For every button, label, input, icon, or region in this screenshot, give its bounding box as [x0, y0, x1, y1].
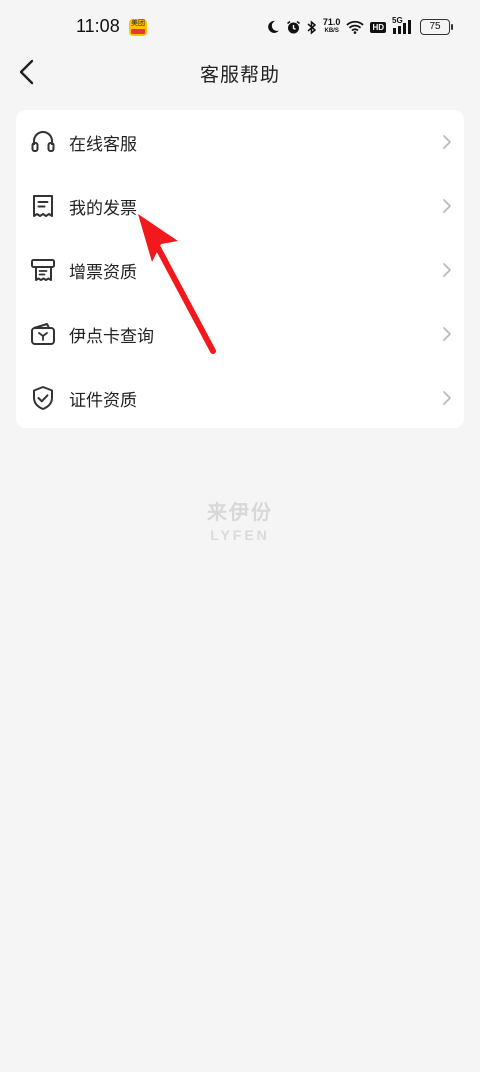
bluetooth-icon — [307, 19, 317, 35]
network-speed: 71.0 KB/S — [323, 18, 341, 36]
chevron-right-icon — [443, 391, 451, 405]
shield-check-icon — [33, 386, 53, 410]
menu-item-online-service[interactable]: 在线客服 — [16, 110, 464, 174]
status-icons: 71.0 KB/S HD 5G 75 — [266, 15, 453, 39]
network-speed-value: 71.0 — [322, 17, 341, 27]
help-menu-card: 在线客服 我的发票 增票资质 伊点卡查询 证件资质 — [16, 110, 464, 428]
watermark-chinese: 来伊份 — [207, 500, 273, 524]
menu-item-my-invoices[interactable]: 我的发票 — [16, 174, 464, 238]
battery-indicator: 75 — [420, 19, 453, 35]
receipt-icon — [33, 195, 53, 217]
menu-item-label: 我的发票 — [69, 198, 137, 219]
signal-bars-icon — [393, 20, 411, 34]
brand-watermark: 来伊份 LYFEN — [0, 496, 480, 543]
menu-item-vat-qualification[interactable]: 增票资质 — [16, 238, 464, 302]
menu-item-label: 证件资质 — [69, 390, 137, 411]
chevron-right-icon — [443, 199, 451, 213]
menu-item-label: 伊点卡查询 — [69, 326, 154, 347]
wallet-card-icon — [31, 323, 55, 345]
menu-item-card-balance-query[interactable]: 伊点卡查询 — [16, 302, 464, 366]
menu-item-label: 增票资质 — [69, 262, 137, 283]
meituan-notification-icon: 美团 — [129, 19, 147, 36]
chevron-right-icon — [443, 135, 451, 149]
wifi-icon — [346, 20, 365, 34]
chevron-right-icon — [443, 263, 451, 277]
network-speed-unit: KB/S — [324, 28, 339, 34]
printer-receipt-icon — [31, 259, 55, 281]
status-time: 11:08 — [76, 16, 120, 36]
page-title: 客服帮助 — [199, 64, 280, 86]
navigation-bar: 客服帮助 — [0, 48, 480, 96]
headset-icon — [31, 131, 55, 152]
meituan-badge-text: 美团 — [131, 19, 145, 27]
menu-item-label: 在线客服 — [69, 134, 137, 155]
menu-item-license-qualification[interactable]: 证件资质 — [16, 366, 464, 428]
chevron-right-icon — [443, 327, 451, 341]
signal-5g: 5G — [392, 16, 414, 35]
moon-icon — [268, 20, 279, 33]
alarm-icon — [286, 20, 300, 33]
hd-badge: HD — [370, 21, 386, 33]
watermark-english: LYFEN — [210, 527, 270, 543]
